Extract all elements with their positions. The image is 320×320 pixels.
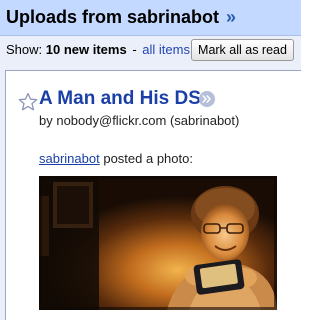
- feed-title-link[interactable]: Uploads from sabrinabot »: [6, 7, 236, 28]
- feed-title-arrow-icon[interactable]: »: [226, 7, 236, 27]
- entry-card: A Man and His DS by nobody@flickr.com (s…: [5, 70, 301, 320]
- feed-toolbar: Show: 10 new items - all items Mark all …: [0, 36, 301, 64]
- feed-title-text[interactable]: Uploads from sabrinabot: [6, 7, 219, 27]
- entry-body-text: sabrinabot posted a photo:: [39, 151, 193, 166]
- show-separator: -: [132, 42, 137, 57]
- photo-illustration: [39, 176, 277, 310]
- entry-author: by nobody@flickr.com (sabrinabot): [39, 113, 240, 128]
- star-icon[interactable]: [18, 92, 38, 112]
- show-label: Show:: [6, 42, 43, 57]
- user-link[interactable]: sabrinabot: [39, 151, 100, 166]
- mark-all-as-read-button[interactable]: Mark all as read: [191, 39, 294, 61]
- entries-pane: A Man and His DS by nobody@flickr.com (s…: [0, 64, 301, 320]
- feed-header: Uploads from sabrinabot »: [0, 0, 301, 36]
- new-items-option: 10 new items: [45, 42, 127, 57]
- arrow-circle-icon[interactable]: [199, 91, 215, 107]
- show-filter: Show: 10 new items - all items: [6, 42, 190, 57]
- entry-photo[interactable]: [39, 176, 277, 310]
- all-items-link[interactable]: all items: [142, 42, 190, 57]
- posted-photo-text: posted a photo:: [103, 151, 193, 166]
- entry-title-link[interactable]: A Man and His DS: [39, 88, 201, 110]
